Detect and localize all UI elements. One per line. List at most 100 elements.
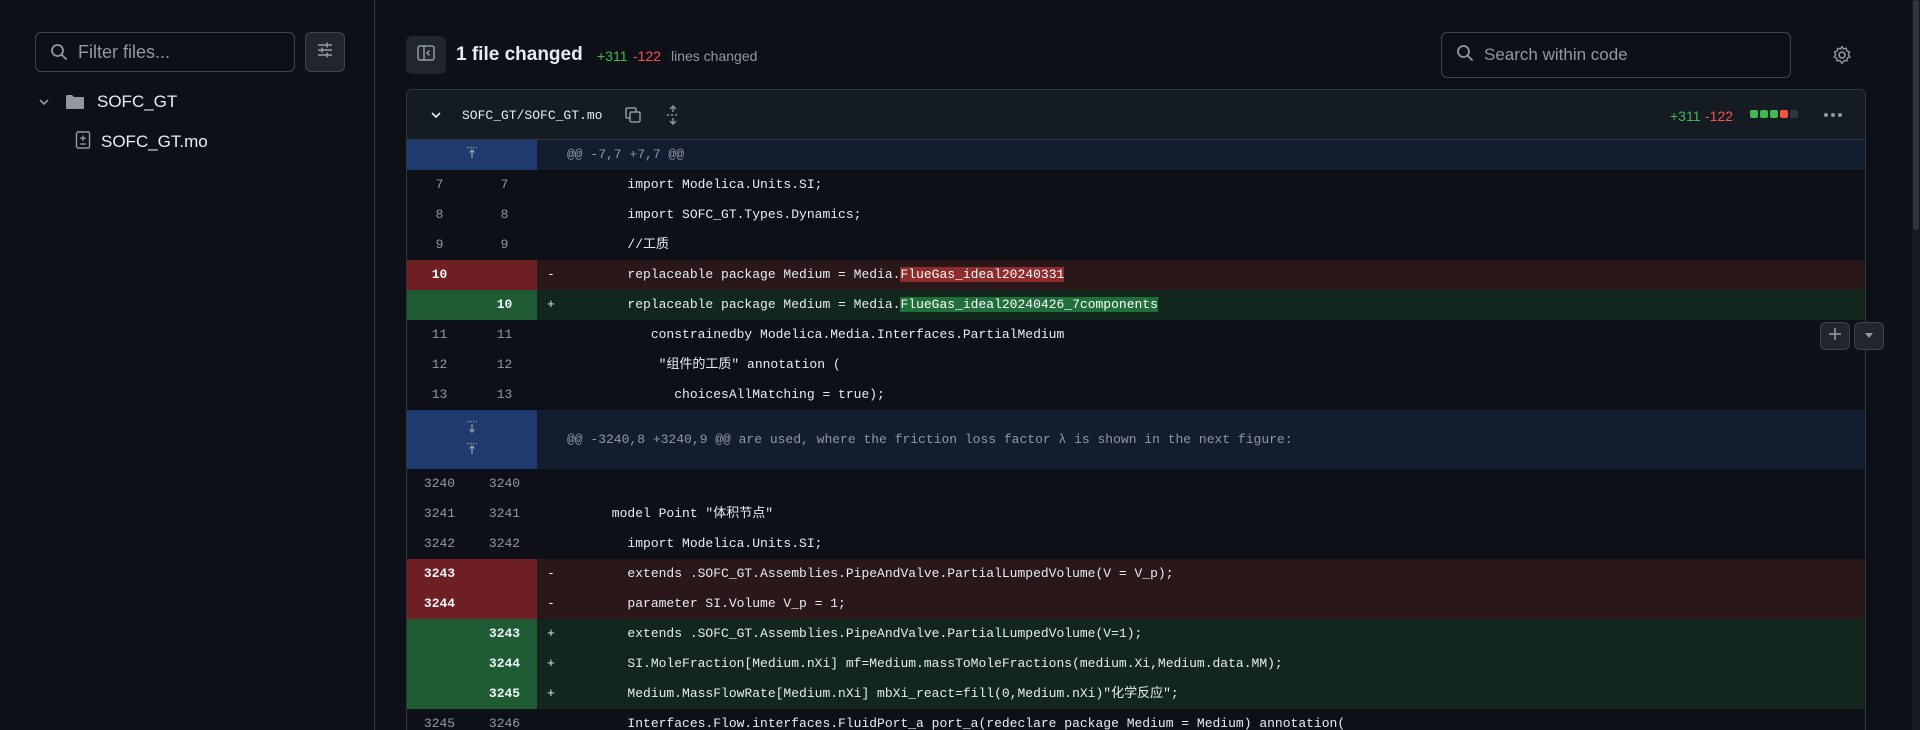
old-line-number[interactable]: 3244 bbox=[407, 589, 472, 619]
file-diff-header: SOFC_GT/SOFC_GT.mo +311 -122 bbox=[407, 90, 1865, 140]
search-code-input[interactable] bbox=[1484, 45, 1774, 65]
code-line: choicesAllMatching = true); bbox=[537, 380, 1865, 410]
triangle-down-icon bbox=[1864, 327, 1874, 345]
row-action-buttons bbox=[1820, 322, 1884, 350]
code-text: parameter SI.Volume V_p = 1; bbox=[565, 596, 846, 611]
new-line-number[interactable] bbox=[472, 589, 537, 619]
new-line-number[interactable] bbox=[472, 260, 537, 290]
old-line-number[interactable] bbox=[407, 290, 472, 320]
context-line: 3245 3246 Interfaces.Flow.interfaces.Flui… bbox=[407, 709, 1865, 730]
deleted-line: 3244 - parameter SI.Volume V_p = 1; bbox=[407, 589, 1865, 619]
context-line: 3242 3242 import Modelica.Units.SI; bbox=[407, 529, 1865, 559]
context-line: 3240 3240 bbox=[407, 469, 1865, 499]
old-line-number[interactable]: 9 bbox=[407, 230, 472, 260]
diff-sign: - bbox=[547, 596, 555, 611]
code-text: choicesAllMatching = true); bbox=[565, 387, 885, 402]
deleted-line: 3243 - extends .SOFC_GT.Assemblies.PipeAn… bbox=[407, 559, 1865, 589]
code-text: replaceable package Medium = Media. bbox=[565, 297, 901, 312]
old-line-number[interactable]: 3240 bbox=[407, 469, 472, 499]
new-line-number[interactable] bbox=[472, 559, 537, 589]
new-line-number[interactable]: 11 bbox=[472, 320, 537, 350]
search-icon bbox=[1456, 44, 1474, 67]
expand-hunk-button[interactable] bbox=[407, 140, 537, 170]
new-line-number[interactable]: 8 bbox=[472, 200, 537, 230]
old-line-number[interactable]: 7 bbox=[407, 170, 472, 200]
file-deletions: -122 bbox=[1705, 108, 1734, 124]
new-line-number[interactable]: 3241 bbox=[472, 499, 537, 529]
code-line: import Modelica.Units.SI; bbox=[537, 170, 1865, 200]
new-line-number[interactable]: 3244 bbox=[472, 649, 537, 679]
old-line-number[interactable]: 13 bbox=[407, 380, 472, 410]
page-scrollbar[interactable] bbox=[1912, 0, 1920, 730]
code-line: + extends .SOFC_GT.Assemblies.PipeAndVal… bbox=[537, 619, 1865, 649]
old-line-number[interactable] bbox=[407, 619, 472, 649]
hunk-header: @@ -3240,8 +3240,9 @@ are used, where th… bbox=[407, 410, 1865, 469]
sliders-icon bbox=[315, 40, 335, 65]
expand-down-icon bbox=[465, 420, 479, 438]
diff-sign: + bbox=[547, 297, 555, 312]
deleted-line: 10 - replaceable package Medium = Media.F… bbox=[407, 260, 1865, 290]
new-line-number[interactable]: 12 bbox=[472, 350, 537, 380]
add-comment-button[interactable] bbox=[1820, 322, 1850, 350]
filter-options-button[interactable] bbox=[305, 32, 345, 72]
scrollbar-thumb[interactable] bbox=[1913, 0, 1919, 230]
toggle-file-tree-button[interactable] bbox=[406, 36, 446, 74]
tree-file-label: SOFC_GT.mo bbox=[101, 132, 208, 151]
diffstat-block bbox=[1750, 110, 1758, 118]
file-path[interactable]: SOFC_GT/SOFC_GT.mo bbox=[462, 108, 602, 123]
old-line-number[interactable]: 3245 bbox=[407, 709, 472, 730]
added-line: 3243 + extends .SOFC_GT.Assemblies.PipeAn… bbox=[407, 619, 1865, 649]
context-line: 99 //工质 bbox=[407, 230, 1865, 260]
code-line: import Modelica.Units.SI; bbox=[537, 529, 1865, 559]
diff-main: 1 file changed +311 -122 lines changed S… bbox=[376, 0, 1920, 730]
new-line-number[interactable]: 3240 bbox=[472, 469, 537, 499]
files-changed-count: 1 file changed bbox=[456, 44, 583, 65]
new-line-number[interactable]: 3243 bbox=[472, 619, 537, 649]
old-line-number[interactable]: 3242 bbox=[407, 529, 472, 559]
sidebar-collapse-icon bbox=[416, 43, 436, 68]
filter-files-input[interactable] bbox=[78, 41, 278, 63]
code-line: + SI.MoleFraction[Medium.nXi] mf=Medium.… bbox=[537, 649, 1865, 679]
diff-body: @@ -7,7 +7,7 @@ 7 7 import Modelica.Units.… bbox=[407, 140, 1865, 730]
file-diff-icon bbox=[75, 130, 91, 154]
new-line-number[interactable]: 9 bbox=[472, 230, 537, 260]
new-line-number[interactable]: 7 bbox=[472, 170, 537, 200]
new-line-number[interactable]: 10 bbox=[472, 290, 537, 320]
context-line: 11 11 constrainedby Modelica.Media.Interf… bbox=[407, 320, 1865, 350]
new-line-number[interactable]: 3245 bbox=[472, 679, 537, 709]
search-code-field[interactable] bbox=[1441, 32, 1791, 78]
context-line: 77 import Modelica.Units.SI; bbox=[407, 170, 1865, 200]
filter-files-field[interactable] bbox=[35, 32, 295, 72]
old-line-number[interactable]: 3241 bbox=[407, 499, 472, 529]
diffstat-block bbox=[1790, 110, 1798, 118]
old-line-number[interactable]: 3243 bbox=[407, 559, 472, 589]
chevron-down-icon[interactable] bbox=[427, 106, 445, 124]
chevron-down-icon bbox=[35, 95, 53, 109]
new-line-number[interactable]: 3242 bbox=[472, 529, 537, 559]
new-line-number[interactable]: 13 bbox=[472, 380, 537, 410]
plus-icon bbox=[1828, 327, 1842, 346]
tree-file-sofc-gt-mo[interactable]: SOFC_GT.mo bbox=[75, 127, 208, 157]
code-text: SI.MoleFraction[Medium.nXi] mf=Medium.ma… bbox=[565, 656, 1283, 671]
old-line-number[interactable] bbox=[407, 679, 472, 709]
old-line-number[interactable]: 11 bbox=[407, 320, 472, 350]
old-line-number[interactable] bbox=[407, 649, 472, 679]
code-text: constrainedby Modelica.Media.Interfaces.… bbox=[565, 327, 1065, 342]
gear-icon[interactable] bbox=[1831, 44, 1853, 66]
copy-icon[interactable] bbox=[622, 104, 644, 126]
row-options-button[interactable] bbox=[1854, 322, 1884, 350]
tree-folder-sofc-gt[interactable]: SOFC_GT bbox=[35, 87, 177, 117]
old-line-number[interactable]: 8 bbox=[407, 200, 472, 230]
added-line: 3245 + Medium.MassFlowRate[Medium.nXi] mb… bbox=[407, 679, 1865, 709]
expand-all-icon[interactable] bbox=[662, 104, 684, 126]
code-line: - extends .SOFC_GT.Assemblies.PipeAndVal… bbox=[537, 559, 1865, 589]
code-line: Interfaces.Flow.interfaces.FluidPort_a p… bbox=[537, 709, 1865, 730]
diffstat-block bbox=[1760, 110, 1768, 118]
code-line: - parameter SI.Volume V_p = 1; bbox=[537, 589, 1865, 619]
code-text: //工质 bbox=[565, 237, 670, 252]
old-line-number[interactable]: 10 bbox=[407, 260, 472, 290]
new-line-number[interactable]: 3246 bbox=[472, 709, 537, 730]
old-line-number[interactable]: 12 bbox=[407, 350, 472, 380]
expand-hunk-button[interactable] bbox=[407, 410, 537, 469]
kebab-menu-icon[interactable] bbox=[1822, 104, 1844, 126]
